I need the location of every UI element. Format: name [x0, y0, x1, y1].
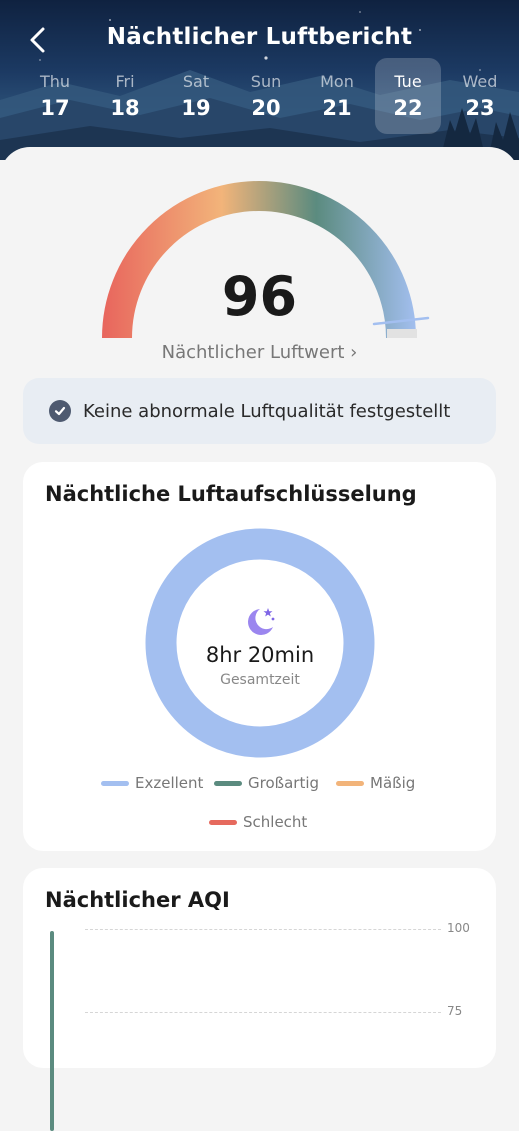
day-name: Tue	[394, 72, 422, 91]
day-number: 20	[251, 96, 281, 120]
day-number: 19	[181, 96, 211, 120]
legend-swatch	[214, 780, 242, 786]
air-score-value: 96	[221, 265, 298, 328]
moon-stars-icon	[248, 607, 275, 635]
aqi-bar	[50, 931, 54, 1131]
day-number: 21	[322, 96, 352, 120]
day-mon[interactable]: Mon 21	[304, 58, 370, 134]
status-text: Keine abnormale Luftqualität festgestell…	[83, 400, 451, 422]
total-time: 8hr 20min	[205, 642, 315, 667]
breakdown-title: Nächtliche Luftaufschlüsselung	[45, 482, 417, 506]
legend-label: Exzellent	[135, 774, 204, 792]
aqi-axis-label: 75	[447, 1004, 463, 1018]
aqi-gridline	[85, 1012, 441, 1013]
legend-label: Schlecht	[243, 813, 308, 831]
aqi-axis-label: 100	[447, 921, 470, 935]
air-score-link[interactable]: Nächtlicher Luftwert ›	[0, 342, 519, 363]
check-circle-icon	[49, 400, 71, 422]
legend-swatch	[209, 819, 237, 825]
legend-item-maessig: Mäßig	[336, 774, 415, 792]
day-sun[interactable]: Sun 20	[233, 58, 299, 134]
breakdown-card: Nächtliche Luftaufschlüsselung 8hr 20min…	[23, 462, 496, 851]
legend-item-exzellent: Exzellent	[101, 774, 203, 792]
aqi-card: Nächtlicher AQI 100 75	[23, 868, 496, 1131]
aqi-title: Nächtlicher AQI	[45, 888, 230, 912]
legend-item-grossartig: Großartig	[214, 774, 319, 792]
donut-center: 8hr 20min Gesamtzeit	[145, 528, 375, 758]
day-name: Sun	[250, 72, 282, 91]
day-wed[interactable]: Wed 23	[447, 58, 513, 134]
day-fri[interactable]: Fri 18	[92, 58, 158, 134]
day-name: Thu	[39, 72, 71, 91]
day-number: 17	[40, 96, 70, 120]
aqi-gridline	[85, 929, 441, 930]
total-time-label: Gesamtzeit	[220, 671, 300, 688]
legend-label: Großartig	[248, 774, 320, 792]
day-name: Sat	[182, 72, 210, 91]
legend-swatch	[101, 780, 129, 786]
day-number: 22	[393, 96, 423, 120]
day-sat[interactable]: Sat 19	[163, 58, 229, 134]
status-banner: Keine abnormale Luftqualität festgestell…	[23, 378, 496, 444]
day-thu[interactable]: Thu 17	[22, 58, 88, 134]
day-name: Fri	[115, 72, 135, 91]
legend-swatch	[336, 780, 364, 786]
page-title: Nächtlicher Luftbericht	[106, 24, 413, 50]
header-banner: Nächtlicher Luftbericht Thu 17 Fri 18 Sa…	[0, 0, 519, 160]
day-number: 18	[110, 96, 140, 120]
day-tue-selected[interactable]: Tue 22	[375, 58, 441, 134]
day-number: 23	[465, 96, 495, 120]
legend-label: Mäßig	[370, 774, 416, 792]
day-name: Mon	[320, 72, 354, 91]
day-name: Wed	[462, 72, 498, 91]
legend-item-schlecht: Schlecht	[209, 813, 307, 831]
day-selector: Thu 17 Fri 18 Sat 19 Sun 20 Mon 21 Tue 2…	[0, 58, 519, 134]
gauge-remaining-segment	[387, 329, 417, 338]
